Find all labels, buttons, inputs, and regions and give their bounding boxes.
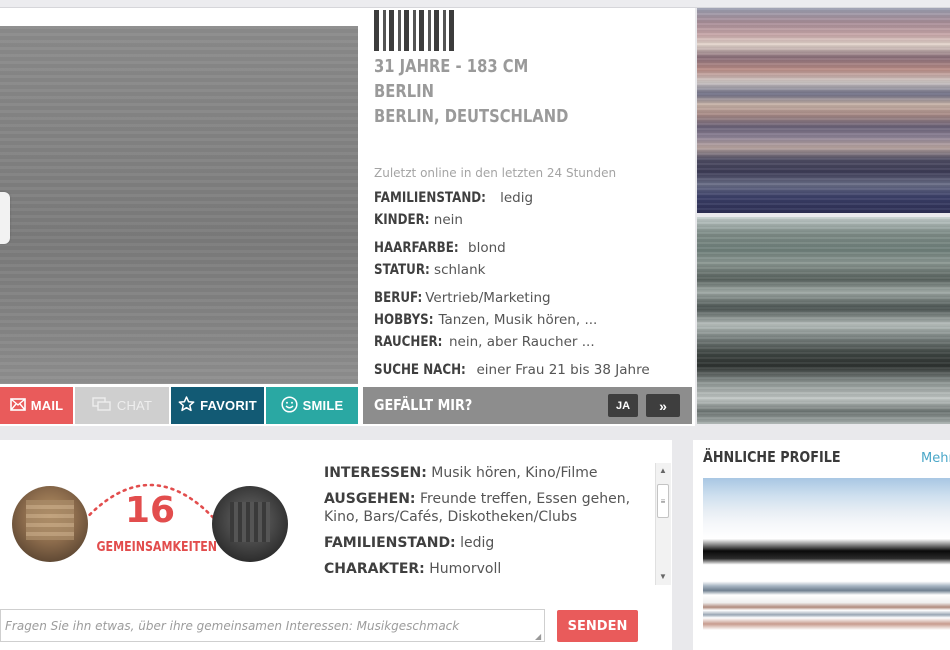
resize-grip-icon[interactable]: ◢ <box>535 632 541 641</box>
fact-value: Vertrieb/Marketing <box>425 290 551 306</box>
fact-value: ledig <box>460 535 495 551</box>
mail-label: MAIL <box>30 398 64 413</box>
similar-more-link[interactable]: Mehr <box>921 451 950 466</box>
last-online-status: Zuletzt online in den letzten 24 Stunden <box>374 166 617 180</box>
fact-value: Humorvoll <box>429 561 502 577</box>
fact-label: STATUR: <box>374 262 430 278</box>
fact-haarfarbe: HAARFARBE: blond <box>374 240 506 256</box>
smile-label: SMILE <box>302 398 344 413</box>
city: BERLIN <box>374 81 434 102</box>
interest-interessen: INTERESSEN: Musik hören, Kino/Filme <box>324 464 650 482</box>
fact-suche-nach: SUCHE NACH: einer Frau 21 bis 38 Jahre <box>374 362 650 378</box>
similar-profiles-title: ÄHNLICHE PROFILE <box>703 448 841 466</box>
common-count: 16 <box>124 490 176 531</box>
fact-beruf: BERUF: Vertrieb/Marketing <box>374 290 551 306</box>
smile-button[interactable]: SMILE <box>266 387 358 424</box>
fact-value: einer Frau 21 bis 38 Jahre <box>476 362 650 378</box>
fact-statur: STATUR: schlank <box>374 262 485 278</box>
fact-raucher: RAUCHER: nein, aber Raucher ... <box>374 334 595 350</box>
region: BERLIN, DEUTSCHLAND <box>374 106 569 127</box>
interest-ausgehen: AUSGEHEN: Freunde treffen, Essen gehen, … <box>324 490 650 526</box>
fact-kinder: KINDER: nein <box>374 212 463 228</box>
fact-label: FAMILIENSTAND: <box>324 535 456 551</box>
fact-value: Musik hören, Kino/Filme <box>431 465 598 481</box>
scroll-up-arrow-icon[interactable]: ▲ <box>657 466 669 476</box>
avatar-profile <box>212 486 288 562</box>
star-icon <box>178 396 195 415</box>
main-profile-photo[interactable] <box>0 26 358 384</box>
fact-value: nein, aber Raucher ... <box>448 334 595 350</box>
favorit-label: FAVORIT <box>200 398 257 413</box>
fact-label: CHARAKTER: <box>324 561 425 577</box>
interests-scrollbar[interactable] <box>655 463 671 585</box>
fact-value: schlank <box>434 262 486 278</box>
fact-value: nein <box>433 212 463 228</box>
chat-label: CHAT <box>116 398 153 413</box>
common-label: GEMEINSAMKEITEN <box>96 540 218 555</box>
fact-label: HOBBYS: <box>374 312 434 328</box>
ask-question-input[interactable] <box>0 609 545 642</box>
chat-button[interactable]: CHAT <box>75 387 169 424</box>
avatar-viewer <box>12 486 88 562</box>
age-height: 31 JAHRE - 183 CM <box>374 56 529 77</box>
mail-button[interactable]: MAIL <box>0 387 73 424</box>
fact-hobbys: HOBBYS: Tanzen, Musik hören, ... <box>374 312 597 328</box>
similar-profile-thumbnail[interactable] <box>703 478 950 630</box>
interest-familienstand: FAMILIENSTAND: ledig <box>324 534 650 552</box>
username-redacted <box>374 10 454 51</box>
photo-prev-handle[interactable] <box>0 192 10 244</box>
scroll-down-arrow-icon[interactable]: ▼ <box>657 572 669 582</box>
fact-label: RAUCHER: <box>374 334 443 350</box>
fact-value: ledig <box>500 190 534 206</box>
fact-label: FAMILIENSTAND: <box>374 190 486 206</box>
like-yes-button[interactable]: JA <box>608 394 638 417</box>
interest-charakter: CHARAKTER: Humorvoll <box>324 560 650 578</box>
like-label: GEFÄLLT MIR? <box>374 396 473 414</box>
fact-value: blond <box>468 240 506 256</box>
fact-label: INTERESSEN: <box>324 465 427 481</box>
gallery-photo-1[interactable] <box>697 8 950 213</box>
smiley-icon <box>281 395 298 416</box>
fact-value: Tanzen, Musik hören, ... <box>438 312 598 328</box>
top-strip <box>0 0 950 8</box>
fact-label: HAARFARBE: <box>374 240 459 256</box>
chat-bubbles-icon <box>92 396 112 415</box>
gallery-photo-2[interactable] <box>697 217 950 424</box>
fact-label: KINDER: <box>374 212 430 228</box>
fact-familienstand: FAMILIENSTAND: ledig <box>374 190 533 206</box>
favorit-button[interactable]: FAVORIT <box>171 387 264 424</box>
fact-label: AUSGEHEN: <box>324 491 416 507</box>
send-button[interactable]: SENDEN <box>557 610 638 642</box>
scroll-thumb[interactable]: ≡ <box>657 484 669 518</box>
envelope-icon <box>9 397 26 414</box>
next-profile-button[interactable]: » <box>646 394 680 417</box>
fact-label: BERUF: <box>374 290 423 306</box>
fact-label: SUCHE NACH: <box>374 362 466 378</box>
